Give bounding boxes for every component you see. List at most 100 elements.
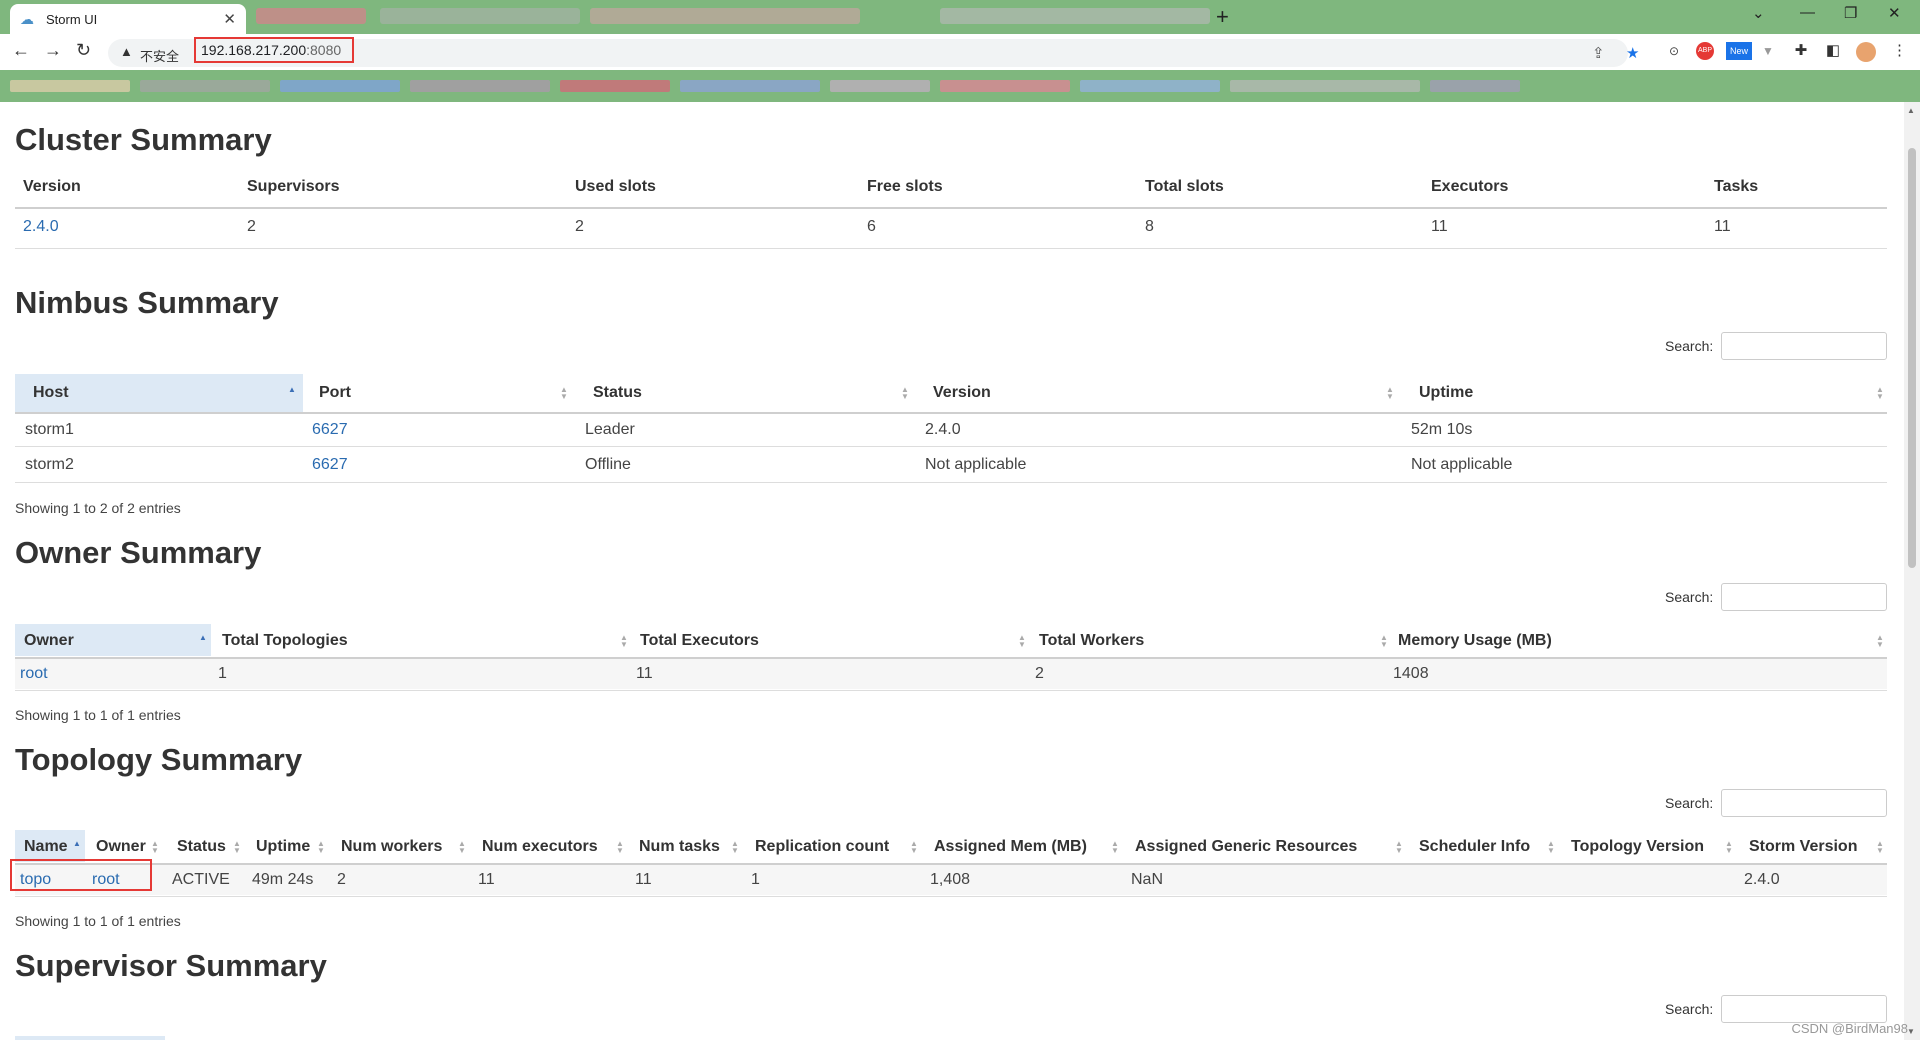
col-header-port[interactable]: Port (319, 384, 351, 402)
bookmark-item[interactable] (1230, 80, 1420, 92)
bookmarks-bar (0, 70, 1920, 102)
scroll-thumb[interactable] (1908, 148, 1916, 568)
scroll-up-icon[interactable]: ▲ (1907, 106, 1915, 115)
header-divider (15, 412, 1887, 414)
storm-favicon-icon: ☁ (20, 11, 34, 27)
row-divider (15, 446, 1887, 447)
port-link[interactable]: 6627 (312, 421, 348, 439)
total-executors-cell: 11 (636, 665, 653, 682)
col-header-num-tasks[interactable]: Num tasks (639, 838, 720, 856)
bookmark-item[interactable] (410, 80, 550, 92)
col-header-total-executors[interactable]: Total Executors (640, 632, 759, 650)
bookmark-item[interactable] (140, 80, 270, 92)
col-header: Free slots (867, 178, 943, 195)
side-panel-icon[interactable]: ◧ (1824, 42, 1842, 60)
topology-status-cell: ACTIVE (172, 871, 230, 888)
bookmark-item[interactable] (10, 80, 130, 92)
bookmark-item[interactable] (940, 80, 1070, 92)
col-header-storm-version[interactable]: Storm Version (1749, 838, 1857, 856)
col-header-version[interactable]: Version (933, 384, 991, 402)
col-header-status[interactable]: Status (593, 384, 642, 402)
adblock-icon[interactable]: ABP (1696, 42, 1714, 60)
close-window-icon[interactable]: ✕ (1888, 4, 1901, 22)
free-slots-value: 6 (867, 218, 876, 235)
tab-search-icon[interactable]: ⌄ (1752, 4, 1765, 22)
tasks-value: 11 (1714, 218, 1731, 235)
col-header-scheduler-info[interactable]: Scheduler Info (1419, 838, 1530, 856)
address-bar[interactable]: ▲ 不安全 192.168.217.200:8080 ⇪ ★ (108, 37, 1639, 67)
bookmark-item[interactable] (560, 80, 670, 92)
tab-storm-ui[interactable]: ☁ Storm UI ✕ (10, 4, 246, 34)
uptime-cell: 52m 10s (1411, 421, 1473, 438)
col-header-status[interactable]: Status (177, 838, 226, 856)
browser-tab-bar: ☁ Storm UI ✕ + ⌄ — ❐ ✕ (0, 0, 1920, 34)
vue-devtools-icon[interactable]: ▼ (1760, 42, 1776, 60)
topology-summary-title: Topology Summary (15, 742, 303, 777)
port-link[interactable]: 6627 (312, 456, 348, 474)
col-header-assigned-generic-resources[interactable]: Assigned Generic Resources (1135, 838, 1357, 856)
topology-search-input[interactable] (1721, 789, 1887, 817)
bookmark-item[interactable] (1430, 80, 1520, 92)
menu-icon[interactable]: ⋮ (1892, 42, 1907, 60)
col-header-topology-version[interactable]: Topology Version (1571, 838, 1704, 856)
version-link[interactable]: 2.4.0 (23, 218, 59, 236)
storm-ui-page: Cluster Summary Version Supervisors Used… (0, 102, 1904, 1040)
owner-search-input[interactable] (1721, 583, 1887, 611)
blurred-tab[interactable] (590, 8, 860, 24)
col-header-owner[interactable]: Owner (96, 838, 146, 856)
reload-icon[interactable]: ↻ (76, 40, 91, 61)
sort-both-icon: ▲ ▼ (1018, 633, 1026, 649)
sort-asc-icon: ▲ (73, 839, 81, 848)
blurred-tab[interactable] (256, 8, 366, 24)
bookmark-item[interactable] (830, 80, 930, 92)
bookmark-item[interactable] (280, 80, 400, 92)
sort-both-icon: ▲ ▼ (1111, 839, 1119, 855)
col-header-uptime[interactable]: Uptime (1419, 384, 1473, 402)
row-stripe (15, 659, 1887, 689)
version-cell: Not applicable (925, 456, 1027, 473)
page-scrollbar[interactable]: ▲ ▼ (1904, 102, 1920, 1040)
minimize-icon[interactable]: — (1800, 4, 1815, 21)
url-highlight[interactable]: 192.168.217.200:8080 (194, 37, 354, 63)
bookmark-star-icon[interactable]: ★ (1626, 44, 1639, 62)
col-header-uptime[interactable]: Uptime (256, 838, 310, 856)
num-tasks-cell: 11 (635, 871, 652, 888)
sort-both-icon: ▲ ▼ (458, 839, 466, 855)
new-tab-button[interactable]: + (1216, 4, 1229, 30)
forward-icon[interactable]: → (44, 40, 62, 61)
owner-link[interactable]: root (20, 665, 48, 683)
nimbus-search-input[interactable] (1721, 332, 1887, 360)
scroll-down-icon[interactable]: ▼ (1907, 1027, 1915, 1036)
share-icon[interactable]: ⇪ (1592, 44, 1605, 62)
col-header-total-workers[interactable]: Total Workers (1039, 632, 1144, 650)
row-divider (15, 690, 1887, 691)
owner-summary-table: Owner ▲ Total Topologies ▲ ▼ Total Execut… (15, 624, 1887, 694)
col-header-num-workers[interactable]: Num workers (341, 838, 442, 856)
sort-both-icon: ▲ ▼ (901, 385, 909, 401)
sort-both-icon: ▲ ▼ (1380, 633, 1388, 649)
extension-icon[interactable]: ⊙ (1664, 42, 1684, 60)
blurred-tab[interactable] (380, 8, 580, 24)
col-header-owner[interactable]: Owner (24, 632, 74, 650)
col-header-total-topologies[interactable]: Total Topologies (222, 632, 348, 650)
blurred-tab[interactable] (940, 8, 1210, 24)
sort-both-icon: ▲ ▼ (910, 839, 918, 855)
col-header-assigned-mem[interactable]: Assigned Mem (MB) (934, 838, 1087, 856)
col-header-name[interactable]: Name (24, 838, 68, 856)
col-header-num-executors[interactable]: Num executors (482, 838, 598, 856)
url-host: 192.168.217.200 (201, 42, 307, 58)
col-header-memory-usage[interactable]: Memory Usage (MB) (1398, 632, 1552, 650)
col-header-host[interactable]: Host (33, 384, 69, 402)
sort-header-host[interactable] (15, 1036, 165, 1040)
profile-avatar[interactable] (1856, 42, 1876, 62)
puzzle-extensions-icon[interactable]: ✚ (1792, 42, 1810, 60)
col-header-replication-count[interactable]: Replication count (755, 838, 889, 856)
bookmark-item[interactable] (1080, 80, 1220, 92)
new-extension-icon[interactable]: New (1726, 42, 1752, 60)
restore-icon[interactable]: ❐ (1844, 4, 1857, 22)
back-icon[interactable]: ← (12, 40, 30, 61)
supervisor-search-input[interactable] (1721, 995, 1887, 1023)
close-tab-icon[interactable]: ✕ (223, 10, 236, 28)
bookmark-item[interactable] (680, 80, 820, 92)
topology-table-info: Showing 1 to 1 of 1 entries (15, 913, 181, 929)
